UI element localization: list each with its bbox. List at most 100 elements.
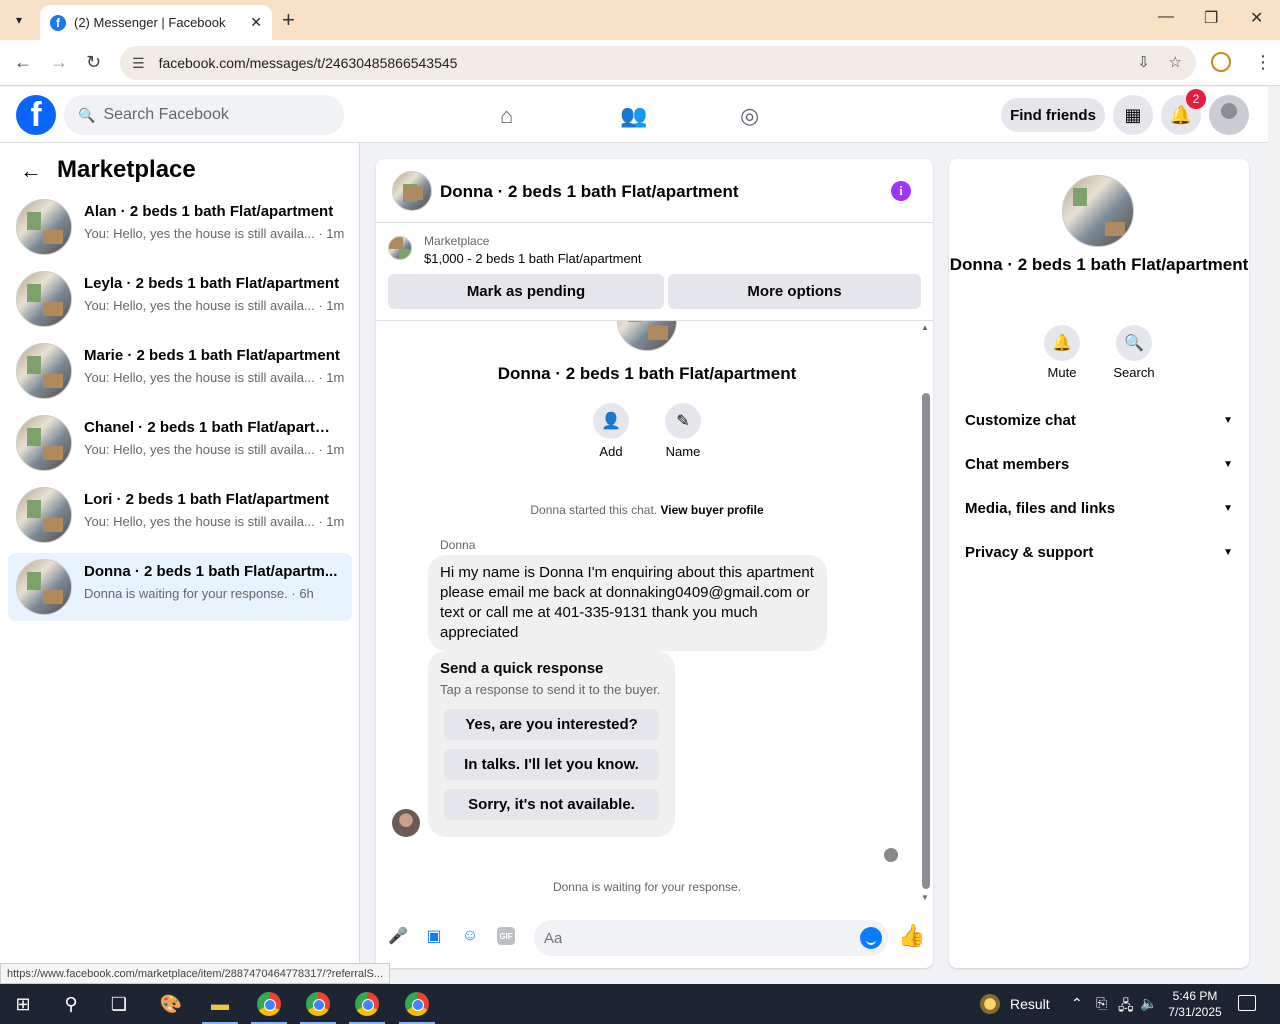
chevron-down-icon: ▼ <box>1223 546 1233 558</box>
conversation-name: Leyla · 2 beds 1 bath Flat/apartment <box>84 275 340 292</box>
restore-icon[interactable]: ❐ <box>1204 8 1218 28</box>
sender-avatar[interactable] <box>392 809 420 837</box>
microphone-icon[interactable]: 🎤 <box>388 926 408 946</box>
quick-response-subtitle: Tap a response to send it to the buyer. <box>440 682 661 697</box>
chevron-down-icon: ▼ <box>1223 414 1233 426</box>
conversation-item[interactable]: Marie · 2 beds 1 bath Flat/apartment You… <box>8 337 352 405</box>
bookmark-star-icon[interactable]: ☆ <box>1169 53 1182 71</box>
chevron-up-icon[interactable]: ⌃ <box>1071 995 1083 1012</box>
listing-price-title[interactable]: $1,000 - 2 beds 1 bath Flat/apartment <box>424 251 642 266</box>
thread-scrollbar[interactable]: ▲ ▼ <box>918 321 933 906</box>
quick-reply-button[interactable]: Yes, are you interested? <box>444 709 659 740</box>
browser-tab[interactable]: f (2) Messenger | Facebook ✕ <box>40 5 272 40</box>
search-icon[interactable]: ⚲ <box>58 992 84 1016</box>
gif-icon[interactable]: GIF <box>497 927 515 945</box>
conversation-item[interactable]: Leyla · 2 beds 1 bath Flat/apartment You… <box>8 265 352 333</box>
scrollbar-thumb[interactable] <box>922 393 930 889</box>
facebook-search-input[interactable]: 🔍 Search Facebook <box>64 95 344 135</box>
conversation-item[interactable]: Lori · 2 beds 1 bath Flat/apartment You:… <box>8 481 352 549</box>
chrome-icon[interactable] <box>354 992 380 1016</box>
chat-title[interactable]: Donna · 2 beds 1 bath Flat/apartment <box>440 182 739 202</box>
paint-app-icon[interactable]: 🎨 <box>158 992 184 1016</box>
system-clock[interactable]: 5:46 PM 7/31/2025 <box>1160 988 1230 1020</box>
conversation-preview: You: Hello, yes the house is still avail… <box>84 514 345 529</box>
network-icon[interactable]: 🖧 <box>1118 995 1134 1019</box>
forward-icon[interactable]: → <box>50 52 68 73</box>
chrome-icon[interactable] <box>305 992 331 1016</box>
facebook-logo-icon[interactable]: f <box>16 95 56 135</box>
mark-as-pending-button[interactable]: Mark as pending <box>388 274 664 309</box>
close-window-icon[interactable]: ✕ <box>1250 8 1263 28</box>
conversation-item-active[interactable]: Donna · 2 beds 1 bath Flat/apartm... Don… <box>8 553 352 621</box>
notification-badge: 2 <box>1186 89 1206 109</box>
mute-bell-icon[interactable]: 🔔 <box>1044 325 1080 361</box>
page-scrollbar[interactable] <box>1268 87 1280 984</box>
page-title: Marketplace <box>57 156 196 183</box>
info-icon[interactable]: i <box>891 181 911 201</box>
browser-profile-icon[interactable] <box>1211 52 1231 72</box>
task-view-icon[interactable]: ❏ <box>106 992 132 1016</box>
add-person-icon[interactable]: 👤 <box>593 403 629 439</box>
windows-start-icon[interactable]: ⊞ <box>10 992 36 1016</box>
quick-reply-button[interactable]: Sorry, it's not available. <box>444 789 659 820</box>
browser-menu-icon[interactable]: ⋮ <box>1254 52 1272 73</box>
message-input-box[interactable] <box>534 920 888 956</box>
windows-taskbar: ⊞ ⚲ ❏ 🎨 ▬ Result ⌃ ⎘ 🖧 🔈 5:46 PM 7/31/20… <box>0 984 1280 1024</box>
minimize-icon[interactable]: — <box>1158 8 1174 26</box>
close-tab-icon[interactable]: ✕ <box>250 14 262 31</box>
photo-icon[interactable]: ▣ <box>424 926 444 946</box>
listing-thumbnail[interactable] <box>388 236 412 260</box>
customize-chat-section[interactable]: Customize chat ▼ <box>957 398 1241 442</box>
site-info-icon[interactable]: ☰ <box>132 55 145 72</box>
groups-icon[interactable]: ◎ <box>740 103 759 129</box>
view-buyer-profile-link[interactable]: View buyer profile <box>660 503 763 517</box>
sticker-icon[interactable]: ☺ <box>460 926 480 946</box>
install-app-icon[interactable]: ⇩ <box>1137 53 1150 71</box>
edit-name-icon[interactable]: ✎ <box>665 403 701 439</box>
media-files-links-section[interactable]: Media, files and links ▼ <box>957 486 1241 530</box>
section-label: Chat members <box>965 455 1070 473</box>
link-status-bar: https://www.facebook.com/marketplace/ite… <box>0 963 391 984</box>
notification-center-icon[interactable] <box>1238 995 1256 1011</box>
search-icon[interactable]: 🔍 <box>1116 325 1152 361</box>
back-arrow-icon[interactable]: ← <box>20 158 42 184</box>
account-avatar[interactable] <box>1209 95 1249 135</box>
home-icon[interactable]: ⌂ <box>500 103 513 129</box>
more-options-button[interactable]: More options <box>668 274 921 309</box>
conversation-item[interactable]: Chanel · 2 beds 1 bath Flat/apartm... Yo… <box>8 409 352 477</box>
quick-reply-button[interactable]: In talks. I'll let you know. <box>444 749 659 780</box>
device-icon[interactable]: ⎘ <box>1096 995 1107 1012</box>
file-explorer-icon[interactable]: ▬ <box>207 992 233 1016</box>
scroll-down-icon[interactable]: ▼ <box>921 893 929 902</box>
scroll-up-icon[interactable]: ▲ <box>921 323 929 332</box>
address-toolbar: ← → ↻ ☰ facebook.com/messages/t/24630485… <box>0 40 1280 86</box>
friends-icon[interactable]: 👥 <box>620 103 647 129</box>
message-input[interactable] <box>544 929 844 947</box>
search-icon: 🔍 <box>78 106 96 123</box>
back-icon[interactable]: ← <box>14 52 32 73</box>
menu-grid-icon[interactable]: ▦ <box>1113 95 1153 135</box>
chat-members-section[interactable]: Chat members ▼ <box>957 442 1241 486</box>
result-widget-label[interactable]: Result <box>1010 996 1050 1012</box>
volume-icon[interactable]: 🔈 <box>1140 995 1157 1012</box>
tab-search-dropdown-icon[interactable]: ▾ <box>6 7 32 33</box>
find-friends-button[interactable]: Find friends <box>1001 98 1105 132</box>
chevron-down-icon: ▼ <box>1223 502 1233 514</box>
marketplace-listing-banner: Marketplace $1,000 - 2 beds 1 bath Flat/… <box>376 223 933 321</box>
weather-result-icon[interactable] <box>980 994 1000 1014</box>
thumbs-up-icon[interactable]: 👍 <box>898 923 925 949</box>
privacy-support-section[interactable]: Privacy & support ▼ <box>957 530 1241 574</box>
chrome-icon[interactable] <box>256 992 282 1016</box>
new-tab-button[interactable]: + <box>282 8 295 32</box>
details-title: Donna · 2 beds 1 bath Flat/apartment <box>949 255 1249 274</box>
started-text: Donna started this chat. <box>530 503 658 517</box>
url-bar[interactable]: ☰ facebook.com/messages/t/24630485866543… <box>120 46 1196 80</box>
reload-icon[interactable]: ↻ <box>86 52 101 73</box>
emoji-icon[interactable] <box>860 927 882 949</box>
browser-tab-strip: ▾ f (2) Messenger | Facebook ✕ + — ❐ ✕ <box>0 0 1280 40</box>
listing-thumbnail[interactable] <box>392 171 432 211</box>
conversation-item[interactable]: Alan · 2 beds 1 bath Flat/apartment You:… <box>8 193 352 261</box>
chat-started-notice: Donna started this chat. View buyer prof… <box>376 503 918 517</box>
message-thread: Donna · 2 beds 1 bath Flat/apartment 👤 A… <box>376 321 933 906</box>
chrome-icon[interactable] <box>404 992 430 1016</box>
